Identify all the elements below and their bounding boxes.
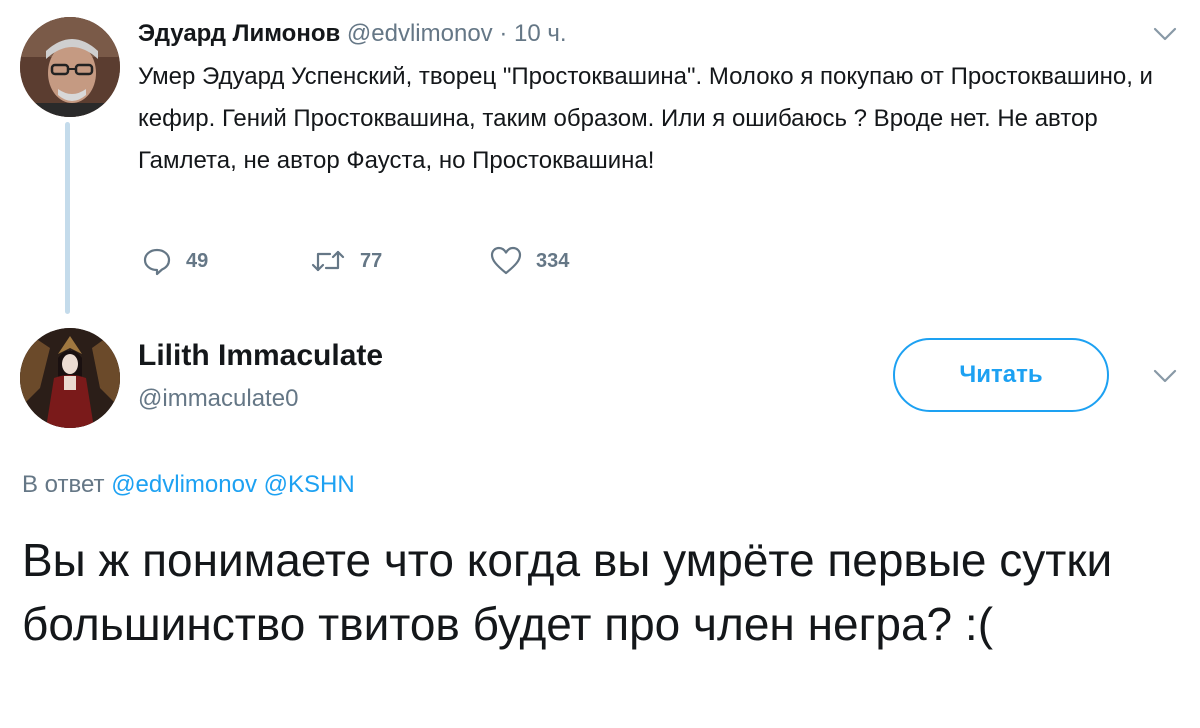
parent-author-name[interactable]: Эдуард Лимонов	[138, 20, 340, 47]
reply-to-prefix: В ответ	[22, 471, 105, 498]
reply-author-avatar[interactable]	[20, 328, 120, 428]
reply-author-handle[interactable]: @immaculate0	[138, 384, 298, 414]
chevron-down-icon	[1153, 27, 1177, 41]
reply-context: В ответ @edvlimonov @KSHN	[22, 470, 355, 500]
heart-icon	[490, 246, 522, 275]
retweet-count: 77	[360, 249, 383, 272]
retweet-icon	[311, 250, 345, 272]
reply-tweet-text: Вы ж понимаете что когда вы умрёте первы…	[22, 534, 1113, 650]
portrait-avatar-icon	[20, 328, 120, 428]
follow-button[interactable]: Читать	[893, 338, 1109, 412]
parent-tweet-actions: 49 77 334	[142, 243, 569, 279]
reply-count: 49	[186, 249, 209, 272]
header-separator: ·	[499, 20, 508, 47]
chevron-down-icon	[1153, 369, 1177, 383]
thread-connector-line	[65, 122, 70, 314]
retweet-action[interactable]: 77	[310, 246, 490, 276]
like-count: 334	[536, 249, 570, 272]
portrait-avatar-icon	[20, 17, 120, 117]
parent-tweet-text: Умер Эдуард Успенский, творец "Простоква…	[138, 63, 1153, 174]
reply-tweet-more-button[interactable]	[1152, 368, 1178, 384]
parent-tweet-header: Эдуард Лимонов @edvlimonov · 10 ч.	[138, 18, 567, 50]
like-action[interactable]: 334	[490, 246, 569, 276]
parent-tweet-more-button[interactable]	[1152, 26, 1178, 42]
parent-author-handle[interactable]: @edvlimonov	[347, 20, 493, 47]
parent-tweet-time[interactable]: 10 ч.	[514, 20, 567, 47]
reply-to-mentions[interactable]: @edvlimonov @KSHN	[111, 471, 354, 498]
reply-icon	[143, 248, 171, 276]
parent-author-avatar[interactable]	[20, 17, 120, 117]
reply-action[interactable]: 49	[142, 246, 310, 276]
reply-author-name[interactable]: Lilith Immaculate	[138, 338, 383, 374]
